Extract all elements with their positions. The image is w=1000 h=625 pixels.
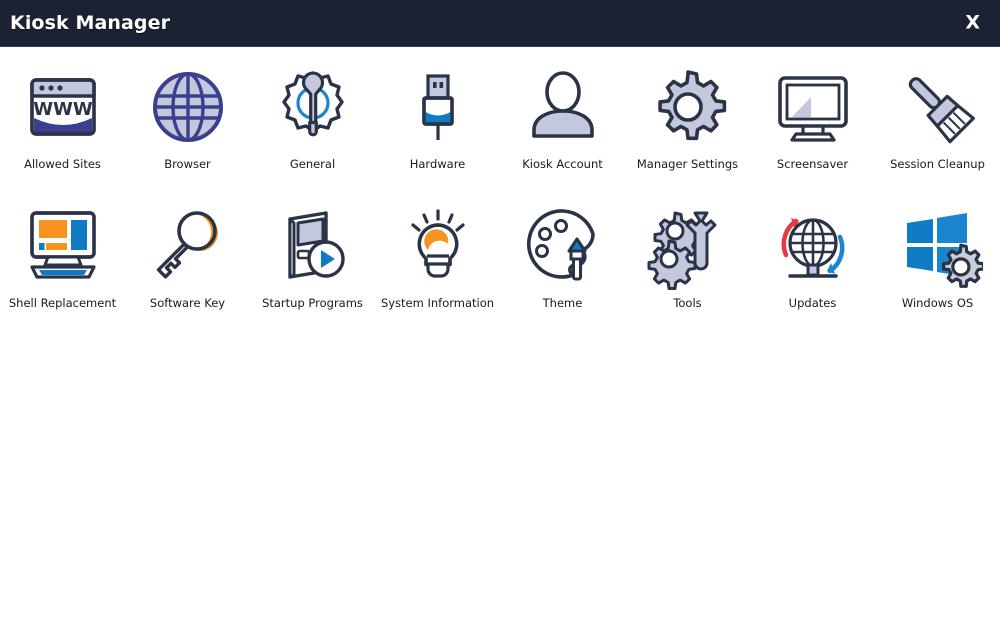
- item-label: Startup Programs: [262, 296, 363, 310]
- monitor-icon: [765, 59, 861, 155]
- usb-connector-icon: [390, 59, 486, 155]
- brush-icon: [890, 59, 986, 155]
- grid-item-screensaver[interactable]: Screensaver: [750, 59, 875, 198]
- key-icon: [140, 198, 236, 294]
- grid-item-updates[interactable]: Updates: [750, 198, 875, 337]
- item-label: Updates: [788, 296, 837, 310]
- item-label: System Information: [380, 296, 495, 310]
- grid-item-manager-settings[interactable]: Manager Settings: [625, 59, 750, 198]
- item-label: General: [289, 157, 336, 171]
- window-titlebar: Kiosk Manager X: [0, 0, 1000, 47]
- item-label: Manager Settings: [636, 157, 739, 171]
- browser-window-www-icon: WWW: [15, 59, 111, 155]
- grid-item-theme[interactable]: Theme: [500, 198, 625, 337]
- gear-wrench-icon: [265, 59, 361, 155]
- svg-text:WWW: WWW: [33, 99, 93, 120]
- gears-wrench-icon: [640, 198, 736, 294]
- grid-item-shell-replacement[interactable]: Shell Replacement: [0, 198, 125, 337]
- close-button[interactable]: X: [959, 12, 986, 35]
- grid-item-windows-os[interactable]: Windows OS: [875, 198, 1000, 337]
- grid-item-system-information[interactable]: System Information: [375, 198, 500, 337]
- grid-item-general[interactable]: General: [250, 59, 375, 198]
- windows-logo-gear-icon: [890, 198, 986, 294]
- gear-icon: [640, 59, 736, 155]
- item-label: Session Cleanup: [890, 157, 985, 171]
- kiosk-play-icon: [265, 198, 361, 294]
- desktop-layout-icon: [15, 198, 111, 294]
- grid-item-software-key[interactable]: Software Key: [125, 198, 250, 337]
- item-label: Allowed Sites: [24, 157, 101, 171]
- grid-item-browser[interactable]: Browser: [125, 59, 250, 198]
- settings-icon-grid: WWW Allowed Sites Browser General Hardwa…: [0, 47, 1000, 337]
- globe-refresh-icon: [765, 198, 861, 294]
- grid-item-allowed-sites[interactable]: WWW Allowed Sites: [0, 59, 125, 198]
- item-label: Hardware: [409, 157, 466, 171]
- item-label: Browser: [164, 157, 211, 171]
- globe-icon: [140, 59, 236, 155]
- grid-item-hardware[interactable]: Hardware: [375, 59, 500, 198]
- item-label: Theme: [542, 296, 583, 310]
- user-person-icon: [515, 59, 611, 155]
- grid-item-tools[interactable]: Tools: [625, 198, 750, 337]
- lightbulb-icon: [390, 198, 486, 294]
- item-label: Shell Replacement: [8, 296, 117, 310]
- item-label: Windows OS: [901, 296, 974, 310]
- grid-item-kiosk-account[interactable]: Kiosk Account: [500, 59, 625, 198]
- item-label: Kiosk Account: [522, 157, 603, 171]
- item-label: Software Key: [149, 296, 226, 310]
- palette-brush-icon: [515, 198, 611, 294]
- window-title: Kiosk Manager: [10, 12, 171, 34]
- item-label: Screensaver: [776, 157, 849, 171]
- grid-item-session-cleanup[interactable]: Session Cleanup: [875, 59, 1000, 198]
- item-label: Tools: [673, 296, 702, 310]
- grid-item-startup-programs[interactable]: Startup Programs: [250, 198, 375, 337]
